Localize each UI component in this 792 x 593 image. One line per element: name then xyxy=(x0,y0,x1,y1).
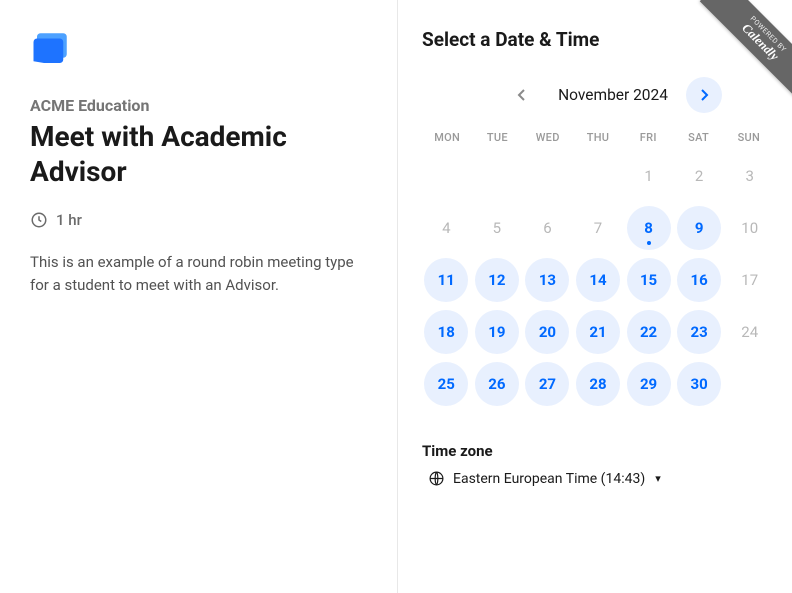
today-indicator xyxy=(647,241,651,245)
calendar-day-available[interactable]: 25 xyxy=(424,362,468,406)
calendar-day-disabled: 3 xyxy=(728,154,772,198)
calendar-day-available[interactable]: 20 xyxy=(525,310,569,354)
weekday-header: MON xyxy=(422,131,472,144)
calendar-day-available[interactable]: 23 xyxy=(677,310,721,354)
calendar-day-available[interactable]: 12 xyxy=(475,258,519,302)
calendar-day-available[interactable]: 8 xyxy=(627,206,671,250)
calendar-day-available[interactable]: 27 xyxy=(525,362,569,406)
calendar-day-available[interactable]: 28 xyxy=(576,362,620,406)
calendar-day-disabled: 2 xyxy=(677,154,721,198)
app-logo xyxy=(30,28,72,70)
timezone-label: Time zone xyxy=(422,442,774,460)
month-navigation: November 2024 xyxy=(422,77,774,113)
meeting-description: This is an example of a round robin meet… xyxy=(30,251,367,298)
select-date-heading: Select a Date & Time xyxy=(422,28,774,51)
calendar-day-available[interactable]: 9 xyxy=(677,206,721,250)
weekday-header: THU xyxy=(573,131,623,144)
weekday-header: TUE xyxy=(472,131,522,144)
weekday-header: WED xyxy=(523,131,573,144)
current-month: November 2024 xyxy=(558,86,668,104)
timezone-value: Eastern European Time (14:43) xyxy=(453,471,645,487)
calendar-day-available[interactable]: 29 xyxy=(627,362,671,406)
calendar-day-disabled: 7 xyxy=(576,206,620,250)
calendar-grid: 1234567891011121314151617181920212223242… xyxy=(422,154,774,406)
calendar-day-available[interactable]: 14 xyxy=(576,258,620,302)
calendar-day-disabled: 10 xyxy=(728,206,772,250)
meeting-title: Meet with Academic Advisor xyxy=(30,119,367,189)
weekday-headers: MONTUEWEDTHUFRISATSUN xyxy=(422,131,774,144)
weekday-header: FRI xyxy=(623,131,673,144)
calendar-day-disabled: 5 xyxy=(475,206,519,250)
duration-text: 1 hr xyxy=(56,211,82,229)
calendar-day-available[interactable]: 15 xyxy=(627,258,671,302)
clock-icon xyxy=(30,211,48,229)
chevron-left-icon xyxy=(516,89,528,101)
weekday-header: SUN xyxy=(724,131,774,144)
calendar-day-disabled: 1 xyxy=(627,154,671,198)
duration: 1 hr xyxy=(30,211,367,229)
timezone-selector[interactable]: Eastern European Time (14:43) ▾ xyxy=(422,470,774,487)
calendar-day-available[interactable]: 13 xyxy=(525,258,569,302)
chevron-right-icon xyxy=(698,89,710,101)
calendar-day-available[interactable]: 16 xyxy=(677,258,721,302)
calendar-day-available[interactable]: 30 xyxy=(677,362,721,406)
calendar-day-disabled: 17 xyxy=(728,258,772,302)
prev-month-button[interactable] xyxy=(504,77,540,113)
globe-icon xyxy=(428,470,445,487)
organization-name: ACME Education xyxy=(30,96,367,115)
calendar-day-available[interactable]: 19 xyxy=(475,310,519,354)
calendar-day-disabled: 4 xyxy=(424,206,468,250)
weekday-header: SAT xyxy=(673,131,723,144)
calendar-day-available[interactable]: 11 xyxy=(424,258,468,302)
caret-down-icon: ▾ xyxy=(655,472,661,485)
next-month-button[interactable] xyxy=(686,77,722,113)
calendar-day-disabled: 24 xyxy=(728,310,772,354)
calendar-day-available[interactable]: 21 xyxy=(576,310,620,354)
calendar-day-disabled: 6 xyxy=(525,206,569,250)
calendar-day-available[interactable]: 22 xyxy=(627,310,671,354)
calendar-day-available[interactable]: 18 xyxy=(424,310,468,354)
calendar-day-available[interactable]: 26 xyxy=(475,362,519,406)
